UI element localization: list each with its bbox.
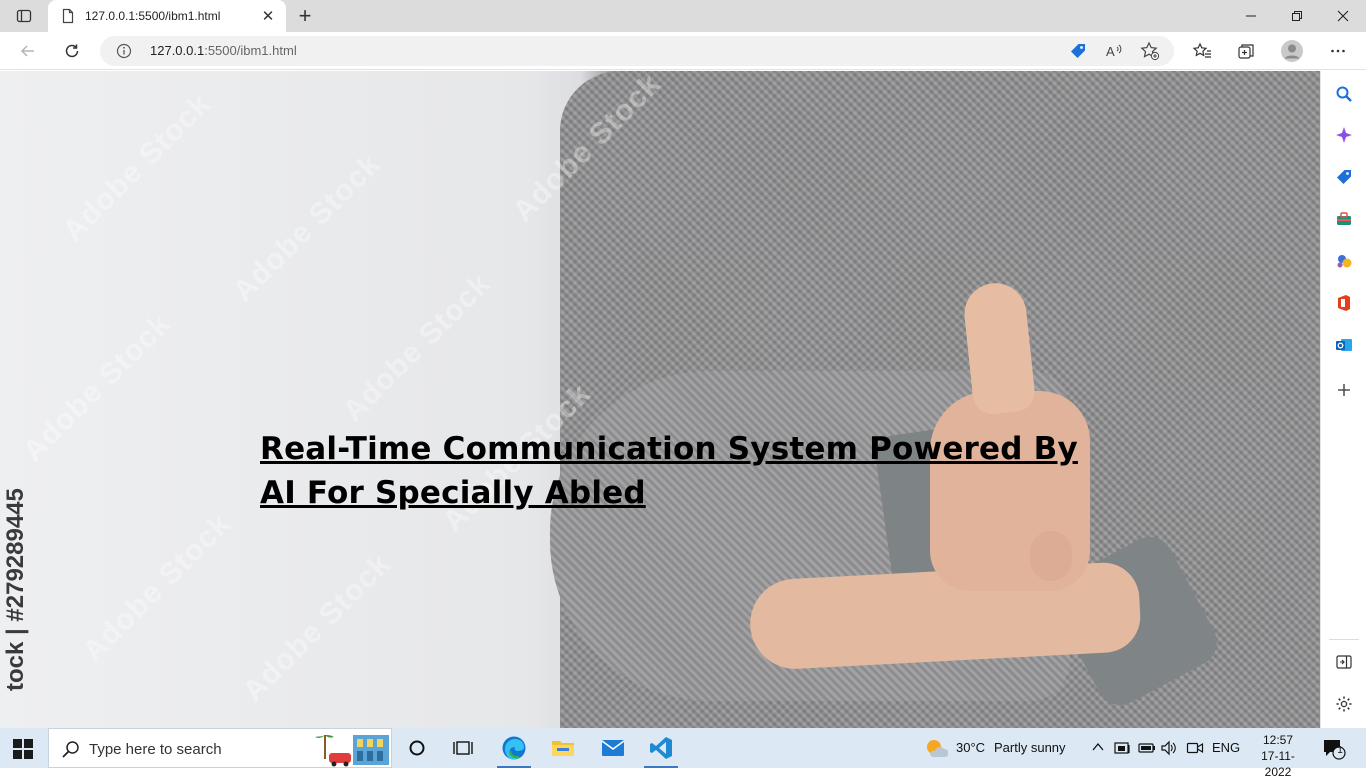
close-tab-icon[interactable]: ✕ (260, 8, 276, 25)
cortana-icon (409, 740, 425, 756)
office-icon[interactable] (1333, 292, 1355, 314)
site-info-icon[interactable] (116, 43, 132, 59)
watermark: Adobe Stock (76, 507, 238, 669)
windows-taskbar: Type here to search 30°C Partly sunny EN… (0, 728, 1366, 779)
file-explorer-app[interactable] (540, 728, 586, 768)
taskbar-search-box[interactable]: Type here to search (48, 728, 392, 768)
edge-icon (502, 736, 526, 760)
minimize-button[interactable] (1228, 0, 1274, 32)
watermark: Adobe Stock (226, 147, 388, 309)
watermark: Adobe Stock (236, 547, 398, 709)
network-icon[interactable] (1114, 739, 1132, 757)
search-placeholder: Type here to search (89, 741, 222, 758)
settings-more-button[interactable] (1324, 37, 1352, 65)
vscode-icon (650, 737, 672, 759)
cortana-button[interactable] (394, 728, 440, 768)
favorites-icon (1192, 42, 1211, 58)
read-aloud-icon[interactable]: A (1104, 41, 1124, 61)
sidebar-divider (1329, 639, 1359, 640)
battery-icon[interactable] (1138, 740, 1156, 756)
new-tab-button[interactable]: + (292, 3, 318, 28)
task-view-icon (453, 741, 473, 755)
shopping-tag-icon[interactable] (1068, 41, 1088, 61)
url-text[interactable]: 127.0.0.1:5500/ibm1.html (150, 43, 297, 58)
profile-button[interactable] (1278, 37, 1306, 65)
minimize-icon (1246, 15, 1256, 17)
address-bar[interactable]: 127.0.0.1:5500/ibm1.html A (100, 36, 1174, 66)
url-host: 127.0.0.1 (150, 43, 205, 58)
more-icon (1331, 49, 1345, 53)
system-clock[interactable]: 12:57 17-11-2022 (1248, 732, 1308, 780)
settings-icon[interactable] (1333, 693, 1355, 715)
watermark: Adobe Stock (56, 87, 218, 249)
shopping-tag-icon[interactable] (1333, 166, 1355, 188)
input-language[interactable]: ENG (1212, 740, 1240, 755)
weather-temperature[interactable]: 30°C (956, 740, 985, 755)
restore-button[interactable] (1274, 0, 1320, 32)
watermark: Adobe Stock (336, 267, 498, 429)
refresh-icon (65, 44, 79, 58)
windows-start-icon[interactable] (12, 738, 34, 760)
edge-taskbar-app[interactable] (491, 728, 537, 768)
outlook-icon[interactable] (1333, 334, 1355, 356)
search-highlight-illustration-icon (315, 735, 389, 767)
collections-icon (1238, 44, 1254, 59)
refresh-button[interactable] (58, 37, 86, 65)
restore-icon (1292, 11, 1302, 21)
tab-actions-button[interactable] (8, 4, 40, 28)
svg-text:A: A (1106, 44, 1115, 59)
folder-icon (552, 741, 574, 756)
games-icon[interactable] (1333, 250, 1355, 272)
clock-time: 12:57 (1262, 733, 1294, 747)
favorites-button[interactable] (1188, 37, 1216, 65)
hide-sidebar-icon[interactable] (1333, 651, 1355, 673)
search-icon[interactable] (1333, 83, 1355, 105)
back-arrow-icon (20, 45, 34, 57)
add-icon[interactable] (1333, 379, 1355, 401)
notification-center-button[interactable]: 1 (1322, 738, 1346, 760)
url-path: :5500/ibm1.html (204, 43, 297, 58)
avatar-icon (1281, 40, 1303, 62)
meet-now-icon[interactable] (1186, 739, 1204, 757)
weather-condition[interactable]: Partly sunny (994, 740, 1066, 755)
task-view-button[interactable] (440, 728, 486, 768)
mail-icon (601, 740, 625, 756)
add-favorite-icon[interactable] (1140, 41, 1160, 61)
back-button[interactable] (14, 37, 42, 65)
chevron-up-icon[interactable] (1092, 742, 1104, 752)
notification-count: 1 (1337, 745, 1343, 756)
page-title: Real-Time Communication System Powered B… (260, 431, 1078, 511)
volume-icon[interactable] (1160, 739, 1178, 757)
stock-id-text: tock | #279289445 (2, 488, 29, 691)
tab-strip: 127.0.0.1:5500/ibm1.html ✕ + (0, 0, 1366, 32)
copilot-icon[interactable] (1333, 124, 1355, 146)
watermark: Adobe Stock (16, 307, 178, 469)
browser-toolbar: 127.0.0.1:5500/ibm1.html A (0, 32, 1366, 70)
edge-sidebar (1320, 71, 1366, 728)
collections-button[interactable] (1232, 37, 1260, 65)
page-icon (62, 8, 74, 24)
tab-title: 127.0.0.1:5500/ibm1.html (85, 9, 221, 23)
close-icon (1337, 10, 1349, 22)
photo-pinky (1030, 531, 1072, 581)
search-icon (62, 741, 79, 758)
clock-date: 17-11-2022 (1261, 749, 1295, 779)
tools-icon[interactable] (1333, 208, 1355, 230)
weather-sun-cloud-icon[interactable] (924, 737, 948, 759)
tab-actions-icon (16, 9, 32, 23)
vscode-app[interactable] (638, 728, 684, 768)
mail-app[interactable] (590, 728, 636, 768)
close-window-button[interactable] (1320, 0, 1366, 32)
browser-tab[interactable]: 127.0.0.1:5500/ibm1.html ✕ (48, 0, 286, 32)
page-content: Adobe Stock Adobe Stock Adobe Stock Adob… (0, 71, 1320, 728)
